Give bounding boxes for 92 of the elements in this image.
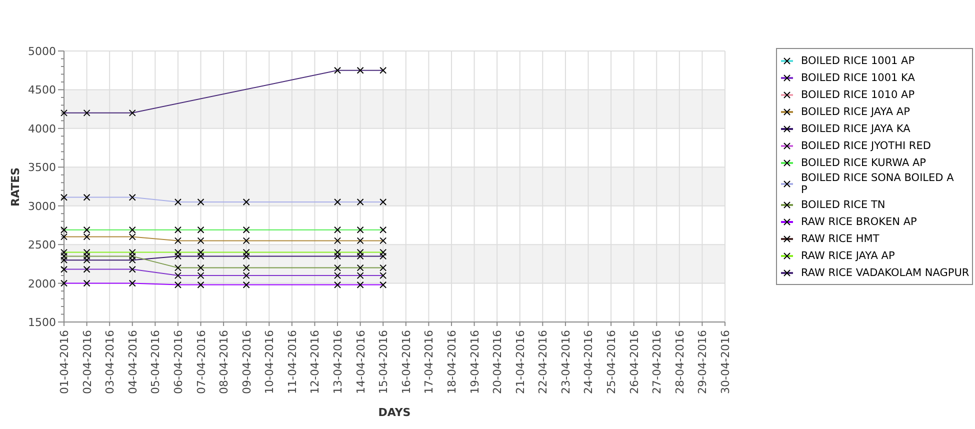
x-axis-title: DAYS: [378, 406, 411, 419]
x-tick-label: 01-04-2016: [58, 330, 71, 394]
point-marker: [356, 237, 364, 244]
y-tick-label: 5000: [28, 45, 56, 58]
legend-label: BOILED RICE 1001 AP: [801, 54, 915, 66]
x-tick-label: 25-04-2016: [605, 330, 618, 394]
legend-label: BOILED RICE JYOTHI RED: [801, 140, 931, 152]
point-marker: [83, 280, 90, 287]
x-tick-label: 17-04-2016: [422, 330, 436, 394]
point-marker: [197, 281, 204, 288]
point-marker: [128, 266, 136, 273]
legend-label: BOILED RICE KURWA AP: [801, 156, 926, 168]
point-marker: [380, 198, 387, 206]
x-tick-label: 03-04-2016: [104, 330, 117, 394]
legend-label: BOILED RICE 1010 AP: [801, 88, 915, 100]
x-tick-label: 28-04-2016: [673, 330, 686, 394]
point-marker: [242, 226, 250, 234]
point-marker: [174, 198, 182, 206]
legend-label: RAW RICE HMT: [801, 232, 880, 244]
legend-label: RAW RICE VADAKOLAM NAGPUR: [801, 266, 970, 278]
point-marker: [380, 226, 387, 234]
legend-label: BOILED RICE JAYA AP: [801, 106, 910, 118]
y-tick-label: 3500: [28, 161, 56, 174]
x-tick-label: 09-04-2016: [240, 330, 254, 394]
point-marker: [60, 109, 68, 116]
point-marker: [197, 226, 204, 234]
x-tick-label: 23-04-2016: [559, 330, 572, 394]
legend-label: BOILED RICE 1001 KA: [801, 72, 915, 84]
point-marker: [334, 281, 342, 288]
x-tick-label: 06-04-2016: [172, 330, 185, 394]
y-tick-label: 2500: [28, 238, 56, 252]
legend-label: RAW RICE JAYA AP: [801, 250, 895, 262]
x-tick-label: 11-04-2016: [286, 330, 299, 394]
point-marker: [334, 237, 342, 244]
point-marker: [60, 266, 68, 273]
point-marker: [60, 194, 68, 201]
point-marker: [242, 281, 250, 288]
x-tick-label: 04-04-2016: [126, 330, 140, 394]
point-marker: [356, 198, 364, 206]
x-tick-label: 05-04-2016: [149, 330, 162, 394]
point-marker: [128, 280, 136, 287]
x-tick-label: 20-04-2016: [491, 330, 504, 394]
x-tick-label: 08-04-2016: [218, 330, 231, 394]
x-tick-label: 29-04-2016: [696, 330, 710, 394]
point-marker: [197, 237, 204, 244]
point-marker: [380, 237, 387, 244]
point-marker: [128, 194, 136, 201]
x-tick-label: 12-04-2016: [308, 330, 322, 394]
point-marker: [334, 198, 342, 206]
x-tick-label: 19-04-2016: [468, 330, 482, 394]
point-marker: [356, 226, 364, 234]
legend-label: BOILED RICE TN: [801, 198, 886, 210]
x-tick-label: 07-04-2016: [194, 330, 208, 394]
point-marker: [334, 66, 342, 74]
x-tick-label: 18-04-2016: [445, 330, 458, 394]
y-tick-label: 4500: [28, 84, 56, 97]
point-marker: [83, 194, 90, 201]
x-tick-label: 13-04-2016: [332, 330, 345, 394]
point-marker: [174, 226, 182, 234]
point-marker: [356, 66, 364, 74]
y-tick-label: 4000: [28, 122, 56, 136]
point-marker: [334, 226, 342, 234]
x-tick-label: 27-04-2016: [650, 330, 664, 394]
y-tick-label: 1500: [28, 316, 56, 329]
point-marker: [242, 198, 250, 206]
point-marker: [174, 237, 182, 244]
point-marker: [174, 281, 182, 288]
x-tick-label: 30-04-2016: [719, 330, 732, 394]
point-marker: [83, 266, 90, 273]
point-marker: [128, 109, 136, 116]
y-tick-label: 3000: [28, 200, 56, 213]
x-tick-label: 15-04-2016: [377, 330, 390, 394]
point-marker: [380, 281, 387, 288]
point-marker: [356, 281, 364, 288]
x-tick-label: 22-04-2016: [536, 330, 550, 394]
x-tick-label: 02-04-2016: [80, 330, 94, 394]
x-tick-label: 24-04-2016: [582, 330, 596, 394]
legend-label: BOILED RICE JAYA KA: [801, 122, 910, 134]
x-tick-label: 26-04-2016: [628, 330, 641, 394]
point-marker: [242, 237, 250, 244]
point-marker: [197, 198, 204, 206]
legend-label: BOILED RICE SONA BOILED A P: [801, 172, 954, 196]
x-tick-label: 16-04-2016: [400, 330, 413, 394]
x-tick-label: 14-04-2016: [354, 330, 368, 394]
legend-label: RAW RICE BROKEN AP: [801, 216, 917, 228]
y-tick-label: 2000: [28, 277, 56, 290]
point-marker: [380, 66, 387, 74]
x-tick-label: 21-04-2016: [514, 330, 527, 394]
x-tick-label: 10-04-2016: [263, 330, 276, 394]
y-axis-title: RATES: [9, 167, 22, 207]
point-marker: [60, 280, 68, 287]
point-marker: [83, 109, 90, 116]
